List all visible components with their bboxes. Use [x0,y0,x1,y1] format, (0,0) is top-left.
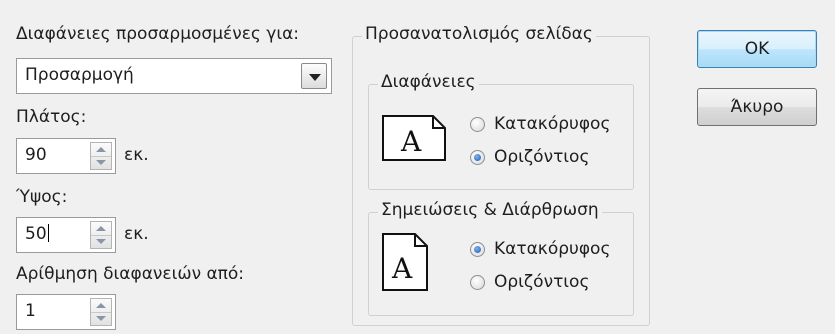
spin-up-icon[interactable] [91,299,111,313]
slides-orientation-title: Διαφάνειες [378,72,479,92]
svg-text:A: A [391,252,413,285]
slides-sized-for-label: Διαφάνειες προσαρμοσμένες για: [16,24,300,44]
page-orientation-title: Προσανατολισμός σελίδας [362,24,596,44]
width-value[interactable]: 90 [25,145,47,165]
numbering-spinbox[interactable]: 1 [16,294,116,330]
height-label: Ύψος: [16,187,68,207]
slides-sized-for-dropdown[interactable]: Προσαρμογή [16,58,332,94]
slides-landscape-label[interactable]: Οριζόντιος [494,147,589,167]
height-unit: εκ. [124,224,149,244]
width-label: Πλάτος: [16,107,87,127]
width-spin-buttons[interactable] [90,142,112,170]
spin-up-icon[interactable] [91,143,111,157]
numbering-value[interactable]: 1 [25,301,36,321]
slides-portrait-label[interactable]: Κατακόρυφος [494,114,610,134]
width-unit: εκ. [124,145,149,165]
slides-landscape-radio[interactable] [470,150,485,165]
width-spinbox[interactable]: 90 [16,138,116,174]
cancel-button[interactable]: Άκυρο [697,88,817,126]
spin-down-icon[interactable] [91,235,111,248]
ok-button[interactable]: OK [697,30,817,68]
dropdown-selected-value: Προσαρμογή [25,65,134,85]
notes-orientation-title: Σημειώσεις & Διάρθρωση [378,200,602,220]
chevron-down-icon [309,74,321,81]
height-spinbox[interactable]: 50 [16,217,116,253]
numbering-label: Αρίθμηση διαφανειών από: [16,264,245,284]
spin-down-icon[interactable] [91,156,111,169]
spin-up-icon[interactable] [91,222,111,236]
svg-text:A: A [400,125,422,158]
text-caret [47,224,49,242]
portrait-page-icon: A [382,233,428,291]
notes-portrait-radio[interactable] [470,242,485,257]
spin-down-icon[interactable] [91,312,111,325]
notes-landscape-label[interactable]: Οριζόντιος [494,272,589,292]
notes-portrait-label[interactable]: Κατακόρυφος [494,239,610,259]
height-spin-buttons[interactable] [90,221,112,249]
height-value[interactable]: 50 [25,224,49,244]
landscape-page-icon: A [382,115,446,161]
slides-portrait-radio[interactable] [470,117,485,132]
numbering-spin-buttons[interactable] [90,298,112,326]
dropdown-toggle-button[interactable] [301,63,327,89]
notes-landscape-radio[interactable] [470,275,485,290]
